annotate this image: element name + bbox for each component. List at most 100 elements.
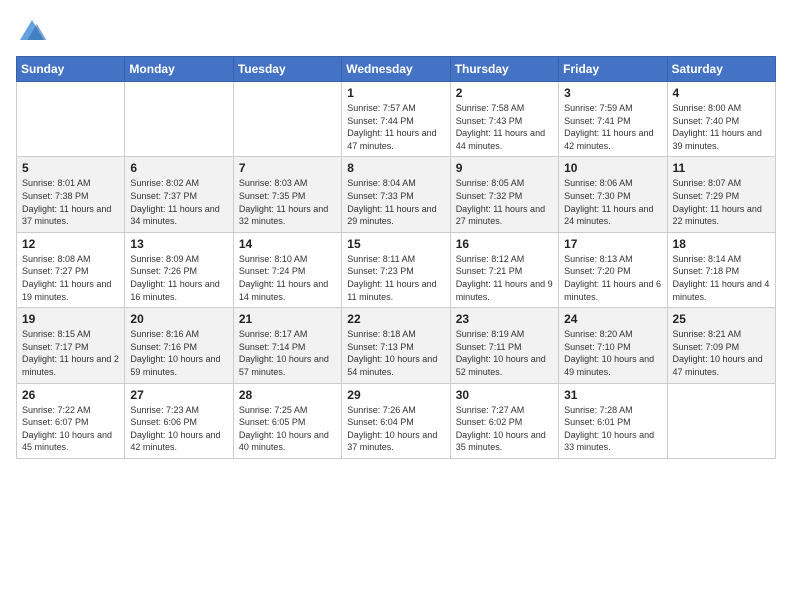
weekday-header: Friday	[559, 57, 667, 82]
calendar-cell	[125, 82, 233, 157]
weekday-header: Wednesday	[342, 57, 450, 82]
day-number: 15	[347, 237, 444, 251]
calendar-cell: 7Sunrise: 8:03 AMSunset: 7:35 PMDaylight…	[233, 157, 341, 232]
calendar-cell: 1 Sunrise: 7:57 AMSunset: 7:44 PMDaylight…	[342, 82, 450, 157]
day-info: Sunrise: 8:12 AMSunset: 7:21 PMDaylight:…	[456, 253, 553, 303]
day-info: Sunrise: 8:14 AMSunset: 7:18 PMDaylight:…	[673, 253, 770, 303]
day-number: 2	[456, 86, 553, 100]
day-info: Sunrise: 7:27 AMSunset: 6:02 PMDaylight:…	[456, 404, 553, 454]
logo	[16, 16, 52, 48]
day-number: 20	[130, 312, 227, 326]
logo-icon	[16, 16, 48, 48]
calendar-cell	[233, 82, 341, 157]
day-info: Sunrise: 8:05 AMSunset: 7:32 PMDaylight:…	[456, 177, 553, 227]
calendar-cell: 2 Sunrise: 7:58 AMSunset: 7:43 PMDaylight…	[450, 82, 558, 157]
calendar-cell: 15 Sunrise: 8:11 AMSunset: 7:23 PMDayligh…	[342, 232, 450, 307]
day-info: Sunrise: 8:07 AMSunset: 7:29 PMDaylight:…	[673, 177, 770, 227]
calendar-cell: 13Sunrise: 8:09 AMSunset: 7:26 PMDayligh…	[125, 232, 233, 307]
day-number: 12	[22, 237, 119, 251]
calendar-week-row: 1 Sunrise: 7:57 AMSunset: 7:44 PMDaylight…	[17, 82, 776, 157]
day-info: Sunrise: 7:25 AMSunset: 6:05 PMDaylight:…	[239, 404, 336, 454]
calendar-cell: 28 Sunrise: 7:25 AMSunset: 6:05 PMDayligh…	[233, 383, 341, 458]
calendar-cell: 11 Sunrise: 8:07 AMSunset: 7:29 PMDayligh…	[667, 157, 775, 232]
day-number: 17	[564, 237, 661, 251]
day-number: 26	[22, 388, 119, 402]
calendar-cell	[17, 82, 125, 157]
page-header	[16, 16, 776, 48]
day-number: 1	[347, 86, 444, 100]
calendar-cell: 14 Sunrise: 8:10 AMSunset: 7:24 PMDayligh…	[233, 232, 341, 307]
day-info: Sunrise: 8:03 AMSunset: 7:35 PMDaylight:…	[239, 177, 336, 227]
calendar-cell: 3 Sunrise: 7:59 AMSunset: 7:41 PMDaylight…	[559, 82, 667, 157]
calendar-cell: 16 Sunrise: 8:12 AMSunset: 7:21 PMDayligh…	[450, 232, 558, 307]
day-info: Sunrise: 8:10 AMSunset: 7:24 PMDaylight:…	[239, 253, 336, 303]
weekday-header: Saturday	[667, 57, 775, 82]
calendar-cell: 26Sunrise: 7:22 AMSunset: 6:07 PMDayligh…	[17, 383, 125, 458]
day-number: 11	[673, 161, 770, 175]
day-number: 16	[456, 237, 553, 251]
day-number: 24	[564, 312, 661, 326]
day-info: Sunrise: 8:04 AMSunset: 7:33 PMDaylight:…	[347, 177, 444, 227]
day-number: 28	[239, 388, 336, 402]
day-info: Sunrise: 7:57 AMSunset: 7:44 PMDaylight:…	[347, 102, 444, 152]
calendar-cell: 22 Sunrise: 8:18 AMSunset: 7:13 PMDayligh…	[342, 308, 450, 383]
calendar-cell: 24 Sunrise: 8:20 AMSunset: 7:10 PMDayligh…	[559, 308, 667, 383]
calendar-cell: 9 Sunrise: 8:05 AMSunset: 7:32 PMDaylight…	[450, 157, 558, 232]
day-info: Sunrise: 7:26 AMSunset: 6:04 PMDaylight:…	[347, 404, 444, 454]
calendar-table: SundayMondayTuesdayWednesdayThursdayFrid…	[16, 56, 776, 459]
calendar-cell: 17 Sunrise: 8:13 AMSunset: 7:20 PMDayligh…	[559, 232, 667, 307]
day-number: 29	[347, 388, 444, 402]
calendar-week-row: 26Sunrise: 7:22 AMSunset: 6:07 PMDayligh…	[17, 383, 776, 458]
day-number: 31	[564, 388, 661, 402]
day-number: 3	[564, 86, 661, 100]
day-number: 22	[347, 312, 444, 326]
calendar-cell: 19 Sunrise: 8:15 AMSunset: 7:17 PMDayligh…	[17, 308, 125, 383]
weekday-header: Thursday	[450, 57, 558, 82]
day-number: 23	[456, 312, 553, 326]
calendar-cell: 31Sunrise: 7:28 AMSunset: 6:01 PMDayligh…	[559, 383, 667, 458]
day-info: Sunrise: 8:15 AMSunset: 7:17 PMDaylight:…	[22, 328, 119, 378]
day-number: 19	[22, 312, 119, 326]
day-number: 18	[673, 237, 770, 251]
day-number: 9	[456, 161, 553, 175]
day-info: Sunrise: 7:23 AMSunset: 6:06 PMDaylight:…	[130, 404, 227, 454]
day-number: 4	[673, 86, 770, 100]
calendar-cell: 29 Sunrise: 7:26 AMSunset: 6:04 PMDayligh…	[342, 383, 450, 458]
calendar-cell: 30 Sunrise: 7:27 AMSunset: 6:02 PMDayligh…	[450, 383, 558, 458]
day-info: Sunrise: 8:11 AMSunset: 7:23 PMDaylight:…	[347, 253, 444, 303]
day-number: 30	[456, 388, 553, 402]
calendar-cell: 21Sunrise: 8:17 AMSunset: 7:14 PMDayligh…	[233, 308, 341, 383]
calendar-cell: 10 Sunrise: 8:06 AMSunset: 7:30 PMDayligh…	[559, 157, 667, 232]
calendar-cell: 18 Sunrise: 8:14 AMSunset: 7:18 PMDayligh…	[667, 232, 775, 307]
weekday-header: Sunday	[17, 57, 125, 82]
day-info: Sunrise: 8:00 AMSunset: 7:40 PMDaylight:…	[673, 102, 770, 152]
day-number: 25	[673, 312, 770, 326]
day-number: 27	[130, 388, 227, 402]
day-number: 5	[22, 161, 119, 175]
day-info: Sunrise: 8:01 AMSunset: 7:38 PMDaylight:…	[22, 177, 119, 227]
calendar-cell: 12 Sunrise: 8:08 AMSunset: 7:27 PMDayligh…	[17, 232, 125, 307]
day-info: Sunrise: 7:58 AMSunset: 7:43 PMDaylight:…	[456, 102, 553, 152]
day-info: Sunrise: 8:21 AMSunset: 7:09 PMDaylight:…	[673, 328, 770, 378]
calendar-cell: 25 Sunrise: 8:21 AMSunset: 7:09 PMDayligh…	[667, 308, 775, 383]
calendar-cell: 5 Sunrise: 8:01 AMSunset: 7:38 PMDaylight…	[17, 157, 125, 232]
day-info: Sunrise: 8:06 AMSunset: 7:30 PMDaylight:…	[564, 177, 661, 227]
calendar-cell	[667, 383, 775, 458]
day-number: 10	[564, 161, 661, 175]
day-info: Sunrise: 8:20 AMSunset: 7:10 PMDaylight:…	[564, 328, 661, 378]
day-info: Sunrise: 8:09 AMSunset: 7:26 PMDaylight:…	[130, 253, 227, 303]
calendar-cell: 4 Sunrise: 8:00 AMSunset: 7:40 PMDaylight…	[667, 82, 775, 157]
day-number: 8	[347, 161, 444, 175]
day-info: Sunrise: 8:08 AMSunset: 7:27 PMDaylight:…	[22, 253, 119, 303]
calendar-week-row: 12 Sunrise: 8:08 AMSunset: 7:27 PMDayligh…	[17, 232, 776, 307]
day-info: Sunrise: 7:59 AMSunset: 7:41 PMDaylight:…	[564, 102, 661, 152]
day-number: 14	[239, 237, 336, 251]
day-info: Sunrise: 8:02 AMSunset: 7:37 PMDaylight:…	[130, 177, 227, 227]
weekday-header-row: SundayMondayTuesdayWednesdayThursdayFrid…	[17, 57, 776, 82]
calendar-cell: 8 Sunrise: 8:04 AMSunset: 7:33 PMDaylight…	[342, 157, 450, 232]
calendar-cell: 27 Sunrise: 7:23 AMSunset: 6:06 PMDayligh…	[125, 383, 233, 458]
day-info: Sunrise: 8:16 AMSunset: 7:16 PMDaylight:…	[130, 328, 227, 378]
calendar-cell: 6Sunrise: 8:02 AMSunset: 7:37 PMDaylight…	[125, 157, 233, 232]
day-info: Sunrise: 8:13 AMSunset: 7:20 PMDaylight:…	[564, 253, 661, 303]
day-info: Sunrise: 8:18 AMSunset: 7:13 PMDaylight:…	[347, 328, 444, 378]
